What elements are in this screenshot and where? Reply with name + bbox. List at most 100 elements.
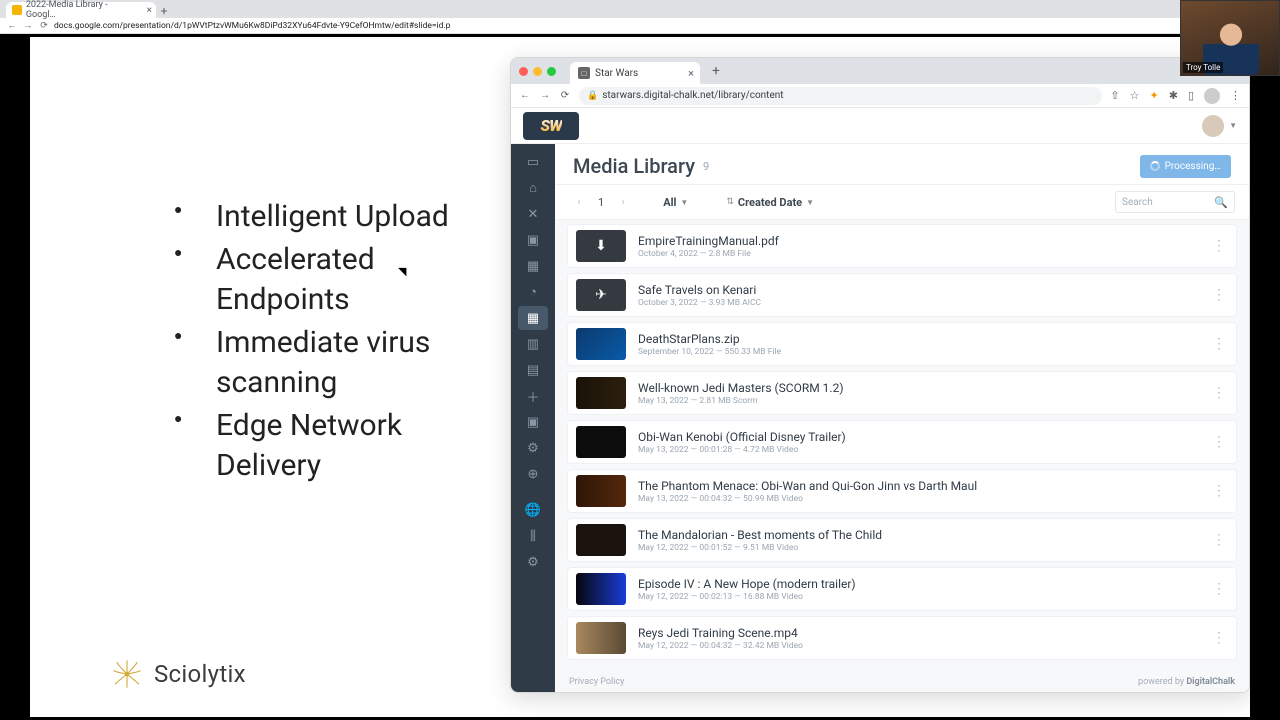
- media-title: DeathStarPlans.zip: [638, 332, 1198, 346]
- pager-next-button[interactable]: ›: [613, 192, 633, 212]
- media-row-main: EmpireTrainingManual.pdfOctober 4, 2022 …: [638, 234, 1198, 259]
- sidebar-item[interactable]: ▦: [518, 254, 548, 278]
- profile-avatar-icon[interactable]: [1204, 88, 1220, 104]
- outer-url[interactable]: docs.google.com/presentation/d/1pWVtPtzv…: [54, 21, 450, 31]
- back-icon[interactable]: ←: [519, 90, 531, 101]
- media-row[interactable]: Reys Jedi Training Scene.mp4May 12, 2022…: [567, 616, 1237, 660]
- sidebar-item[interactable]: ⚙: [518, 436, 548, 460]
- media-meta: October 3, 2022 — 3.93 MB AICC: [638, 298, 1198, 308]
- close-icon[interactable]: ×: [147, 5, 152, 16]
- sidebar-item[interactable]: ⌂: [518, 176, 548, 200]
- panel-icon[interactable]: ▯: [1188, 89, 1194, 102]
- media-thumbnail: [576, 475, 626, 507]
- sort-dropdown[interactable]: ⇅ Created Date ▼: [718, 192, 822, 213]
- powered-by: powered by DigitalChalk: [1138, 677, 1235, 687]
- row-more-button[interactable]: ⋮: [1210, 336, 1228, 352]
- sidebar-item[interactable]: ✕: [518, 202, 548, 226]
- sidebar-item[interactable]: ▦: [518, 306, 548, 330]
- privacy-link[interactable]: Privacy Policy: [569, 677, 624, 687]
- sidebar-item[interactable]: ▣: [518, 410, 548, 434]
- spinner-icon: [1150, 161, 1160, 171]
- app-shell: SW ▼ ▭⌂✕▣▦◔▦▥▤＋▣⚙⊕🌐⫼⚙ Media Library 9: [511, 108, 1249, 693]
- bullet-item: Edge Network Delivery: [174, 406, 494, 487]
- reload-icon[interactable]: ⟳: [559, 90, 571, 101]
- sidebar-item[interactable]: ⫼: [518, 524, 548, 548]
- cursor-icon: ◥: [398, 265, 406, 278]
- page-title: Media Library 9: [573, 154, 709, 178]
- sidebar-item[interactable]: ◔: [518, 280, 548, 304]
- row-more-button[interactable]: ⋮: [1210, 483, 1228, 499]
- media-row[interactable]: DeathStarPlans.zipSeptember 10, 2022 — 5…: [567, 322, 1237, 366]
- kebab-icon[interactable]: ⋮: [1230, 89, 1241, 102]
- sidebar-item[interactable]: ⊕: [518, 462, 548, 486]
- close-window-icon[interactable]: [519, 67, 528, 76]
- puzzle-icon[interactable]: ✱: [1169, 89, 1178, 102]
- processing-button[interactable]: Processing…: [1140, 155, 1231, 178]
- search-input[interactable]: Search 🔍: [1115, 191, 1235, 213]
- sidebar-item[interactable]: ⚙: [518, 550, 548, 574]
- row-more-button[interactable]: ⋮: [1210, 630, 1228, 646]
- sidebar-item[interactable]: 🌐: [518, 498, 548, 522]
- bullet-item: Immediate virus scanning: [174, 323, 494, 404]
- slide: Intelligent Upload Accelerated Endpoints…: [30, 37, 1250, 717]
- inner-url-bar: ← → ⟳ 🔒 starwars.digital-chalk.net/libra…: [511, 84, 1249, 108]
- media-title: The Phantom Menace: Obi-Wan and Qui-Gon …: [638, 479, 1198, 493]
- media-row-main: The Phantom Menace: Obi-Wan and Qui-Gon …: [638, 479, 1198, 504]
- inner-browser-tab[interactable]: □ Star Wars ×: [570, 62, 700, 84]
- app-logo[interactable]: SW: [523, 112, 579, 140]
- share-icon[interactable]: ⇧: [1110, 89, 1119, 102]
- row-more-button[interactable]: ⋮: [1210, 385, 1228, 401]
- media-row[interactable]: The Mandalorian - Best moments of The Ch…: [567, 518, 1237, 562]
- bullet-list: Intelligent Upload Accelerated Endpoints…: [174, 197, 494, 489]
- media-title: Episode IV : A New Hope (modern trailer): [638, 577, 1198, 591]
- row-more-button[interactable]: ⋮: [1210, 434, 1228, 450]
- bullet-item: Intelligent Upload: [174, 197, 494, 238]
- close-icon[interactable]: ×: [688, 67, 694, 80]
- outer-browser-tab[interactable]: 2022-Media Library - Googl… ×: [6, 2, 156, 18]
- sidebar-item[interactable]: ▤: [518, 358, 548, 382]
- sciolytix-mark-icon: [110, 657, 144, 691]
- forward-icon[interactable]: →: [22, 20, 34, 31]
- search-placeholder: Search: [1122, 197, 1153, 208]
- row-more-button[interactable]: ⋮: [1210, 581, 1228, 597]
- media-row[interactable]: ⬇ EmpireTrainingManual.pdfOctober 4, 2022…: [567, 224, 1237, 268]
- media-title: Well-known Jedi Masters (SCORM 1.2): [638, 381, 1198, 395]
- lock-icon: 🔒: [587, 91, 598, 101]
- media-row[interactable]: Obi-Wan Kenobi (Official Disney Trailer)…: [567, 420, 1237, 464]
- filter-type-dropdown[interactable]: All ▼: [655, 192, 696, 213]
- row-more-button[interactable]: ⋮: [1210, 532, 1228, 548]
- star-icon[interactable]: ☆: [1130, 89, 1140, 102]
- media-meta: May 12, 2022 — 00:01:52 — 9.51 MB Video: [638, 543, 1198, 553]
- maximize-window-icon[interactable]: [547, 67, 556, 76]
- forward-icon[interactable]: →: [539, 90, 551, 101]
- new-tab-button[interactable]: +: [712, 63, 720, 79]
- pager-prev-button[interactable]: ‹: [569, 192, 589, 212]
- reload-icon[interactable]: ⟳: [38, 21, 50, 31]
- url-field[interactable]: 🔒 starwars.digital-chalk.net/library/con…: [579, 87, 1102, 105]
- user-menu[interactable]: ▼: [1202, 115, 1237, 137]
- content-header: Media Library 9 Processing…: [555, 144, 1249, 185]
- sidebar-item[interactable]: ▥: [518, 332, 548, 356]
- new-tab-button[interactable]: +: [156, 4, 172, 18]
- media-row[interactable]: Well-known Jedi Masters (SCORM 1.2)May 1…: [567, 371, 1237, 415]
- row-more-button[interactable]: ⋮: [1210, 238, 1228, 254]
- media-meta: May 13, 2022 — 00:01:28 — 4.72 MB Video: [638, 445, 1198, 455]
- media-thumbnail: ⬇: [576, 230, 626, 262]
- media-row[interactable]: The Phantom Menace: Obi-Wan and Qui-Gon …: [567, 469, 1237, 513]
- presentation-stage: Intelligent Upload Accelerated Endpoints…: [0, 34, 1280, 720]
- sidebar-item[interactable]: ＋: [518, 384, 548, 408]
- inner-tab-bar: □ Star Wars × +: [511, 58, 1249, 84]
- extension-icon[interactable]: ✦: [1150, 89, 1159, 102]
- sidebar-item[interactable]: ▭: [518, 150, 548, 174]
- media-title: Safe Travels on Kenari: [638, 283, 1198, 297]
- sidebar-item[interactable]: ▣: [518, 228, 548, 252]
- row-more-button[interactable]: ⋮: [1210, 287, 1228, 303]
- media-row[interactable]: Episode IV : A New Hope (modern trailer)…: [567, 567, 1237, 611]
- back-icon[interactable]: ←: [6, 20, 18, 31]
- media-row[interactable]: ✈Safe Travels on KenariOctober 3, 2022 —…: [567, 273, 1237, 317]
- media-title: Obi-Wan Kenobi (Official Disney Trailer): [638, 430, 1198, 444]
- media-thumbnail: [576, 622, 626, 654]
- media-row-main: Obi-Wan Kenobi (Official Disney Trailer)…: [638, 430, 1198, 455]
- minimize-window-icon[interactable]: [533, 67, 542, 76]
- app-header: SW ▼: [511, 108, 1249, 144]
